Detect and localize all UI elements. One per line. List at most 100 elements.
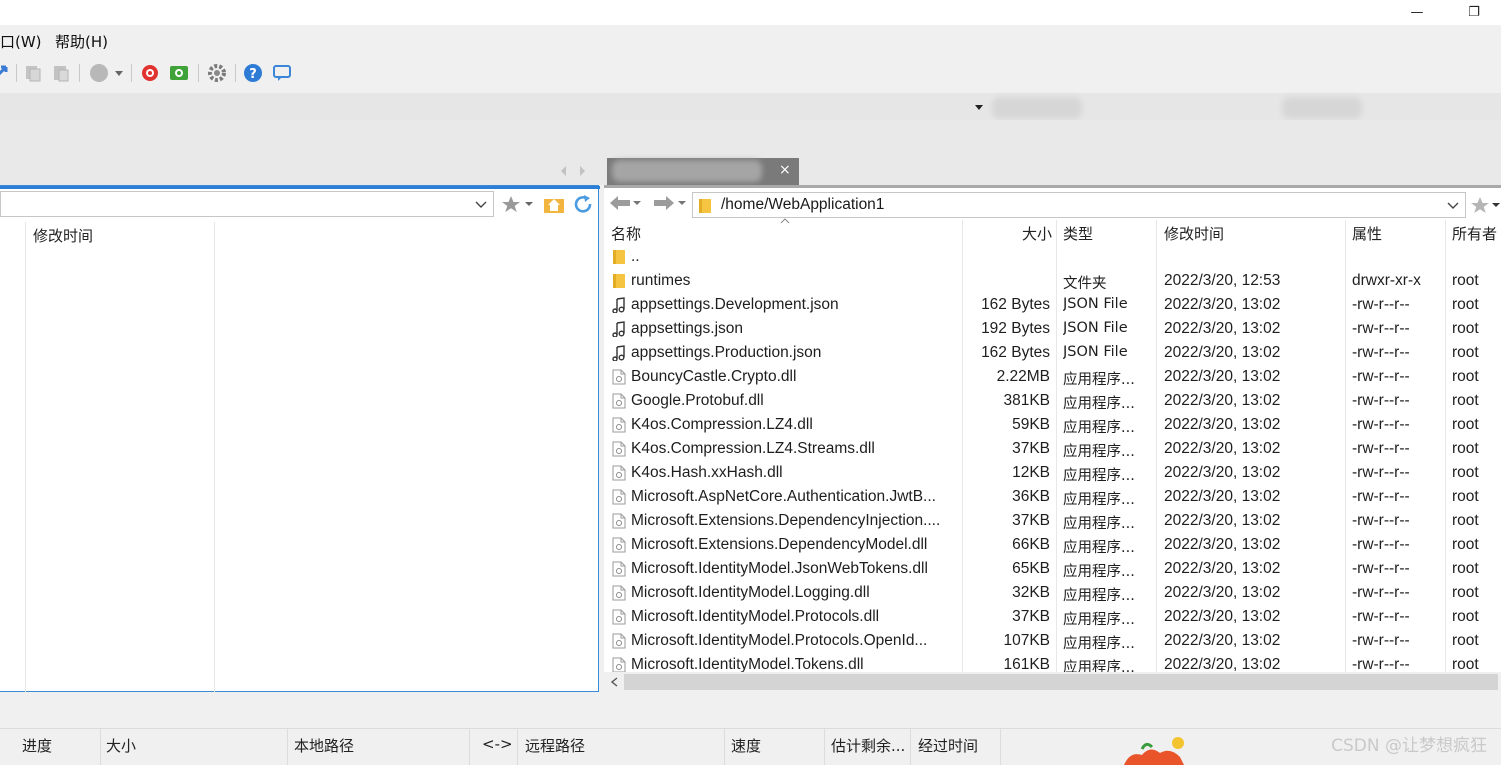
remote-pane: /home/WebApplication1 名称 大小 类型 修改时间 属性 所… bbox=[604, 185, 1501, 692]
menu-window[interactable]: 口(W) bbox=[0, 31, 42, 52]
file-row[interactable]: Microsoft.IdentityModel.Tokens.dll 161KB 应… bbox=[604, 653, 1501, 672]
record-icon[interactable] bbox=[89, 63, 109, 83]
column-header-modified[interactable]: 修改时间 bbox=[1164, 223, 1224, 244]
column-header-modified[interactable]: 修改时间 bbox=[33, 225, 93, 246]
minimize-button[interactable]: — bbox=[1397, 0, 1437, 25]
toolbar-separator bbox=[198, 64, 199, 82]
file-row[interactable]: Microsoft.IdentityModel.Logging.dll 32KB 应… bbox=[604, 581, 1501, 605]
green-transfer-icon[interactable] bbox=[169, 63, 189, 83]
file-modified: 2022/3/20, 13:02 bbox=[1164, 320, 1281, 337]
file-attributes: -rw-r--r-- bbox=[1352, 368, 1410, 385]
file-row[interactable]: runtimes 文件夹 2022/3/20, 12:53 drwxr-xr-x roo… bbox=[604, 269, 1501, 293]
file-owner: root bbox=[1452, 368, 1479, 385]
gear-icon[interactable] bbox=[207, 63, 227, 83]
restore-button[interactable]: ❐ bbox=[1454, 0, 1494, 25]
file-attributes: -rw-r--r-- bbox=[1352, 488, 1410, 505]
column-header-owner[interactable]: 所有者 bbox=[1452, 223, 1497, 244]
file-row[interactable]: Microsoft.Extensions.DependencyInjection… bbox=[604, 509, 1501, 533]
tab-scroll-arrows-icon[interactable] bbox=[558, 165, 588, 177]
help-icon[interactable]: ? bbox=[243, 63, 263, 83]
file-modified: 2022/3/20, 13:02 bbox=[1164, 392, 1281, 409]
chat-icon[interactable] bbox=[272, 63, 292, 83]
file-row[interactable]: K4os.Compression.LZ4.Streams.dll 37KB 应用程序… bbox=[604, 437, 1501, 461]
queue-column-elapsed[interactable]: 经过时间 bbox=[918, 735, 978, 756]
file-row[interactable]: Microsoft.AspNetCore.Authentication.JwtB… bbox=[604, 485, 1501, 509]
sync-arrow-icon[interactable] bbox=[0, 63, 14, 83]
column-divider bbox=[100, 729, 101, 765]
back-dropdown-icon[interactable] bbox=[632, 200, 642, 206]
favorites-star-icon[interactable] bbox=[1470, 196, 1490, 214]
column-header-attributes[interactable]: 属性 bbox=[1352, 223, 1382, 244]
forward-dropdown-icon[interactable] bbox=[677, 200, 687, 206]
favorites-dropdown-icon[interactable] bbox=[524, 201, 534, 207]
file-attributes: -rw-r--r-- bbox=[1352, 320, 1410, 337]
file-name: K4os.Compression.LZ4.Streams.dll bbox=[631, 440, 875, 457]
home-folder-icon[interactable] bbox=[543, 194, 565, 214]
svg-text:?: ? bbox=[249, 67, 257, 82]
scrollbar-thumb[interactable] bbox=[624, 674, 1498, 690]
file-row[interactable]: Microsoft.IdentityModel.Protocols.dll 37K… bbox=[604, 605, 1501, 629]
queue-column-progress[interactable]: 进度 bbox=[22, 735, 52, 756]
back-arrow-icon[interactable] bbox=[608, 193, 632, 213]
file-row[interactable]: .. bbox=[604, 245, 1501, 269]
file-row[interactable]: appsettings.json 192 Bytes JSON File 2022/3… bbox=[604, 317, 1501, 341]
file-modified: 2022/3/20, 13:02 bbox=[1164, 632, 1281, 649]
file-row[interactable]: Microsoft.IdentityModel.Protocols.OpenId… bbox=[604, 629, 1501, 653]
queue-column-speed[interactable]: 速度 bbox=[731, 735, 761, 756]
file-row[interactable]: appsettings.Development.json 162 Bytes JSO… bbox=[604, 293, 1501, 317]
file-attributes: -rw-r--r-- bbox=[1352, 656, 1410, 672]
dll-file-icon bbox=[612, 369, 626, 385]
scroll-left-arrow-icon[interactable] bbox=[610, 677, 618, 687]
refresh-icon[interactable] bbox=[572, 194, 594, 214]
json-file-icon bbox=[612, 345, 625, 361]
file-modified: 2022/3/20, 13:02 bbox=[1164, 416, 1281, 433]
queue-column-remote-path[interactable]: 远程路径 bbox=[525, 735, 585, 756]
file-owner: root bbox=[1452, 320, 1479, 337]
queue-column-direction[interactable]: <-> bbox=[482, 735, 513, 753]
redacted-region bbox=[612, 160, 762, 182]
file-row[interactable]: appsettings.Production.json 162 Bytes JSON… bbox=[604, 341, 1501, 365]
file-row[interactable]: Microsoft.IdentityModel.JsonWebTokens.dl… bbox=[604, 557, 1501, 581]
queue-column-size[interactable]: 大小 bbox=[106, 735, 136, 756]
file-modified: 2022/3/20, 13:02 bbox=[1164, 584, 1281, 601]
session-dropdown-icon[interactable] bbox=[974, 103, 984, 111]
file-row[interactable]: Microsoft.Extensions.DependencyModel.dll… bbox=[604, 533, 1501, 557]
favorites-dropdown-icon[interactable] bbox=[1491, 202, 1501, 208]
copy-icon[interactable] bbox=[23, 63, 43, 83]
session-tab[interactable]: × bbox=[607, 158, 799, 185]
remote-path-combo[interactable]: /home/WebApplication1 bbox=[692, 192, 1466, 218]
remote-path-text[interactable]: /home/WebApplication1 bbox=[721, 196, 884, 214]
dropdown-icon[interactable] bbox=[113, 63, 125, 83]
menu-help[interactable]: 帮助(H) bbox=[55, 31, 108, 52]
column-header-size[interactable]: 大小 bbox=[1022, 223, 1052, 244]
file-row[interactable]: K4os.Hash.xxHash.dll 12KB 应用程序... 2022/3/20… bbox=[604, 461, 1501, 485]
file-modified: 2022/3/20, 13:02 bbox=[1164, 464, 1281, 481]
bookmark-red-icon[interactable] bbox=[140, 63, 160, 83]
local-pane: 修改时间 bbox=[0, 185, 600, 692]
horizontal-scrollbar[interactable] bbox=[604, 672, 1501, 692]
dll-file-icon bbox=[612, 513, 626, 529]
file-type: 应用程序... bbox=[1063, 372, 1135, 388]
chevron-down-icon[interactable] bbox=[1447, 202, 1459, 210]
remote-file-list: .. runtimes 文件夹 2022/3/20, 12:53 drwxr-xr-x r… bbox=[604, 245, 1501, 672]
tab-close-button[interactable]: × bbox=[779, 162, 791, 178]
queue-column-eta[interactable]: 估计剩余... bbox=[831, 735, 905, 756]
local-list-header: 修改时间 bbox=[0, 222, 598, 692]
column-divider bbox=[517, 729, 518, 765]
file-row[interactable]: BouncyCastle.Crypto.dll 2.22MB 应用程序... 2022… bbox=[604, 365, 1501, 389]
queue-column-local-path[interactable]: 本地路径 bbox=[294, 735, 354, 756]
file-name: Microsoft.IdentityModel.Logging.dll bbox=[631, 584, 870, 601]
paste-icon[interactable] bbox=[51, 63, 71, 83]
column-header-name[interactable]: 名称 bbox=[611, 223, 641, 244]
column-divider bbox=[287, 729, 288, 765]
local-path-combo[interactable] bbox=[0, 191, 494, 217]
chevron-down-icon[interactable] bbox=[475, 201, 487, 209]
file-modified: 2022/3/20, 13:02 bbox=[1164, 560, 1281, 577]
file-row[interactable]: K4os.Compression.LZ4.dll 59KB 应用程序... 2022/… bbox=[604, 413, 1501, 437]
file-row[interactable]: Google.Protobuf.dll 381KB 应用程序... 2022/3/20… bbox=[604, 389, 1501, 413]
file-type: 应用程序... bbox=[1063, 564, 1135, 580]
favorites-star-icon[interactable] bbox=[501, 195, 521, 213]
forward-arrow-icon[interactable] bbox=[652, 193, 676, 213]
column-header-type[interactable]: 类型 bbox=[1063, 223, 1093, 244]
file-type: 应用程序... bbox=[1063, 396, 1135, 412]
